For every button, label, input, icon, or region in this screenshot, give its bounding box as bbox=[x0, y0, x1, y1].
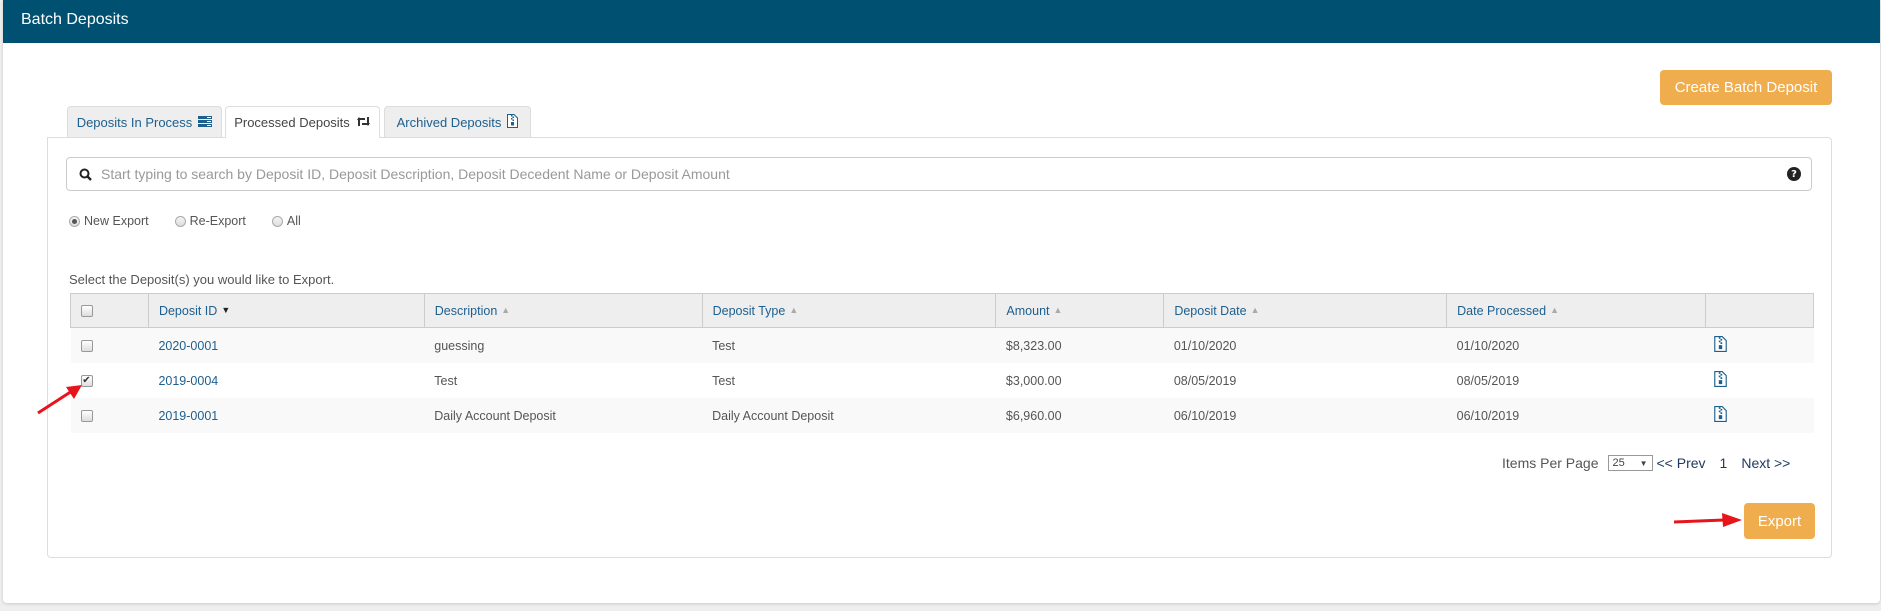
deposits-table: Deposit ID ▼ Description ▲ Deposit Type ▲ A… bbox=[70, 293, 1814, 433]
deposit-search-box[interactable]: ? bbox=[66, 157, 1812, 191]
table-row[interactable]: 2019-0001 Daily Account Deposit Daily Acco… bbox=[70, 398, 1814, 433]
items-per-page-select[interactable]: 25 ▼ bbox=[1607, 455, 1653, 471]
tab-label: Processed Deposits bbox=[234, 115, 350, 130]
file-zip-icon[interactable] bbox=[1713, 406, 1727, 422]
deposit-id-cell: 2020-0001 bbox=[148, 327, 425, 363]
items-per-page-label: Items Per Page bbox=[1502, 455, 1599, 471]
column-header-actions bbox=[1705, 293, 1814, 328]
table-header-row: Deposit ID ▼ Description ▲ Deposit Type ▲ A… bbox=[70, 293, 1814, 328]
file-zip-icon[interactable] bbox=[1713, 336, 1727, 352]
create-batch-deposit-button[interactable]: Create Batch Deposit bbox=[1660, 70, 1832, 105]
column-header-amount[interactable]: Amount ▲ bbox=[995, 293, 1165, 328]
radio-button[interactable] bbox=[271, 215, 283, 227]
file-zip-icon bbox=[507, 113, 519, 131]
deposit-id-link[interactable]: 2020-0001 bbox=[158, 339, 218, 353]
page-title: Batch Deposits bbox=[21, 11, 129, 28]
download-cell bbox=[1705, 398, 1814, 433]
column-header-deposit-id[interactable]: Deposit ID ▼ bbox=[147, 293, 425, 328]
page-header: Batch Deposits bbox=[3, 0, 1880, 43]
date-processed-cell: 08/05/2019 bbox=[1446, 363, 1706, 398]
export-filter-group: New Export Re-Export All bbox=[69, 214, 327, 228]
table-row[interactable]: 2020-0001 guessing Test $8,323.00 01/10/2020… bbox=[70, 327, 1814, 363]
tab-label: Deposits In Process bbox=[76, 114, 193, 130]
row-select-cell: ✔ bbox=[70, 363, 149, 398]
deposit-id-link[interactable]: 2019-0001 bbox=[158, 409, 218, 423]
help-icon[interactable]: ? bbox=[1787, 167, 1801, 181]
tab-deposits-in-process[interactable]: Deposits In Process bbox=[67, 106, 222, 137]
column-header-deposit-type[interactable]: Deposit Type ▲ bbox=[701, 293, 997, 328]
dropdown-arrow-icon: ▼ bbox=[1639, 458, 1648, 468]
amount-cell: $8,323.00 bbox=[995, 327, 1164, 363]
radio-button[interactable] bbox=[174, 215, 186, 227]
deposit-date-cell: 01/10/2020 bbox=[1163, 327, 1447, 363]
radio-all[interactable]: All bbox=[271, 214, 301, 228]
description-cell: guessing bbox=[424, 327, 703, 363]
deposit-date-cell: 08/05/2019 bbox=[1163, 363, 1447, 398]
deposit-id-link[interactable]: 2019-0004 bbox=[158, 374, 218, 388]
pagination: Items Per Page 25 ▼ << Prev 1 Next >> bbox=[1502, 455, 1790, 471]
list-icon bbox=[198, 115, 213, 130]
radio-label: Re-Export bbox=[189, 214, 246, 228]
prev-page-link[interactable]: << Prev bbox=[1657, 455, 1706, 471]
tab-label: Archived Deposits bbox=[396, 114, 502, 130]
row-checkbox[interactable] bbox=[80, 410, 93, 423]
deposit-id-cell: 2019-0004 bbox=[148, 363, 425, 398]
column-header-description[interactable]: Description ▲ bbox=[423, 293, 703, 328]
description-cell: Test bbox=[424, 363, 703, 398]
row-checkbox[interactable]: ✔ bbox=[80, 375, 93, 388]
deposit-id-cell: 2019-0001 bbox=[148, 398, 425, 433]
search-icon bbox=[77, 166, 93, 182]
column-header-date-processed[interactable]: Date Processed ▲ bbox=[1446, 293, 1707, 328]
radio-new-export[interactable]: New Export bbox=[69, 214, 149, 228]
column-header-deposit-date[interactable]: Deposit Date ▲ bbox=[1163, 293, 1448, 328]
deposit-type-cell: Daily Account Deposit bbox=[702, 398, 996, 433]
row-checkbox[interactable] bbox=[80, 340, 93, 353]
description-cell: Daily Account Deposit bbox=[424, 398, 703, 433]
date-processed-cell: 06/10/2019 bbox=[1446, 398, 1706, 433]
radio-label: New Export bbox=[84, 214, 149, 228]
sort-asc-icon: ▲ bbox=[789, 304, 799, 315]
deposit-search-input[interactable] bbox=[99, 165, 1787, 183]
sort-desc-icon: ▼ bbox=[221, 304, 231, 315]
sort-asc-icon: ▲ bbox=[1250, 304, 1260, 315]
deposit-type-cell: Test bbox=[702, 327, 996, 363]
export-button[interactable]: Export bbox=[1744, 503, 1815, 539]
amount-cell: $3,000.00 bbox=[995, 363, 1164, 398]
current-page-number[interactable]: 1 bbox=[1720, 455, 1728, 471]
row-select-cell bbox=[70, 327, 149, 363]
deposit-type-cell: Test bbox=[702, 363, 996, 398]
date-processed-cell: 01/10/2020 bbox=[1446, 327, 1706, 363]
next-page-link[interactable]: Next >> bbox=[1741, 455, 1790, 471]
download-cell bbox=[1705, 327, 1814, 363]
select-instruction: Select the Deposit(s) you would like to … bbox=[69, 272, 335, 287]
file-zip-icon[interactable] bbox=[1713, 371, 1727, 387]
amount-cell: $6,960.00 bbox=[995, 398, 1164, 433]
download-cell bbox=[1705, 363, 1814, 398]
row-select-cell bbox=[70, 398, 149, 433]
sort-asc-icon: ▲ bbox=[1550, 304, 1560, 315]
tab-processed-deposits[interactable]: Processed Deposits bbox=[225, 106, 380, 138]
deposit-date-cell: 06/10/2019 bbox=[1163, 398, 1447, 433]
sort-asc-icon: ▲ bbox=[501, 304, 511, 315]
retweet-icon bbox=[356, 115, 371, 130]
table-row[interactable]: ✔ 2019-0004 Test Test $3,000.00 08/05/2019 08/… bbox=[70, 363, 1814, 398]
tab-archived-deposits[interactable]: Archived Deposits bbox=[384, 106, 531, 137]
select-all-cell bbox=[70, 293, 149, 328]
select-all-checkbox[interactable] bbox=[81, 305, 93, 318]
radio-re-export[interactable]: Re-Export bbox=[174, 214, 246, 228]
radio-button[interactable] bbox=[69, 215, 80, 227]
radio-label: All bbox=[286, 214, 301, 228]
sort-asc-icon: ▲ bbox=[1053, 304, 1063, 315]
